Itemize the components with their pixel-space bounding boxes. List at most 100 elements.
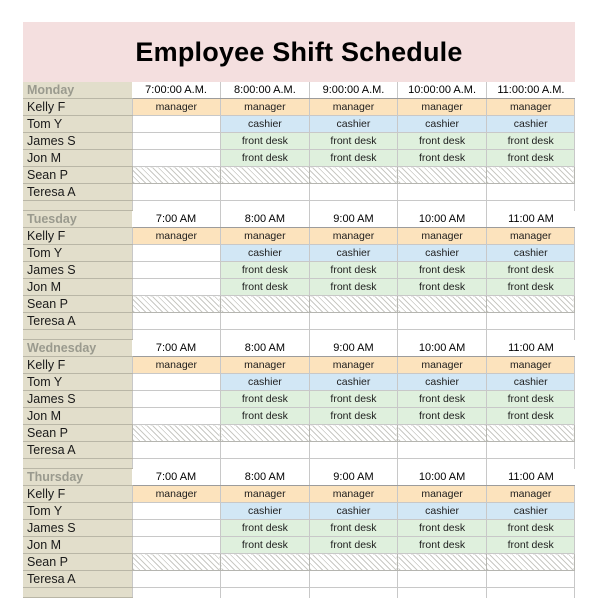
shift-cell[interactable]: cashier <box>397 502 487 520</box>
shift-cell[interactable]: cashier <box>485 502 576 520</box>
shift-cell[interactable]: front desk <box>485 390 576 408</box>
shift-cell[interactable] <box>397 570 487 588</box>
shift-cell[interactable] <box>131 166 222 184</box>
shift-cell[interactable]: front desk <box>220 149 310 167</box>
shift-cell[interactable]: cashier <box>397 115 487 133</box>
shift-cell[interactable] <box>485 312 576 330</box>
shift-cell[interactable] <box>485 295 576 313</box>
shift-cell[interactable]: front desk <box>308 407 399 425</box>
shift-cell[interactable] <box>131 553 222 571</box>
shift-cell[interactable]: manager <box>308 356 399 374</box>
shift-cell[interactable]: front desk <box>485 407 576 425</box>
shift-cell[interactable]: cashier <box>397 244 487 262</box>
shift-cell[interactable] <box>397 441 487 459</box>
shift-cell[interactable]: cashier <box>308 244 399 262</box>
shift-cell[interactable] <box>131 373 222 391</box>
shift-cell[interactable]: front desk <box>220 519 310 537</box>
shift-cell[interactable] <box>308 570 399 588</box>
shift-cell[interactable] <box>220 570 310 588</box>
shift-cell[interactable] <box>485 166 576 184</box>
shift-cell[interactable]: manager <box>397 485 487 503</box>
shift-cell[interactable] <box>131 570 222 588</box>
shift-cell[interactable] <box>131 390 222 408</box>
shift-cell[interactable] <box>220 295 310 313</box>
shift-cell[interactable] <box>308 424 399 442</box>
shift-cell[interactable]: front desk <box>397 132 487 150</box>
shift-cell[interactable]: front desk <box>397 536 487 554</box>
shift-cell[interactable]: cashier <box>220 373 310 391</box>
shift-cell[interactable]: front desk <box>220 390 310 408</box>
shift-cell[interactable] <box>485 424 576 442</box>
shift-cell[interactable] <box>308 441 399 459</box>
shift-cell[interactable]: front desk <box>308 519 399 537</box>
shift-cell[interactable] <box>220 424 310 442</box>
shift-cell[interactable] <box>131 519 222 537</box>
shift-cell[interactable]: manager <box>131 485 222 503</box>
shift-cell[interactable]: front desk <box>485 278 576 296</box>
shift-cell[interactable]: manager <box>220 485 310 503</box>
shift-cell[interactable]: front desk <box>485 536 576 554</box>
shift-cell[interactable] <box>131 407 222 425</box>
shift-cell[interactable] <box>131 244 222 262</box>
shift-cell[interactable]: front desk <box>397 149 487 167</box>
shift-cell[interactable] <box>220 441 310 459</box>
shift-cell[interactable] <box>308 295 399 313</box>
shift-cell[interactable] <box>131 115 222 133</box>
shift-cell[interactable] <box>485 183 576 201</box>
shift-cell[interactable]: cashier <box>485 244 576 262</box>
shift-cell[interactable]: front desk <box>220 407 310 425</box>
shift-cell[interactable]: cashier <box>485 373 576 391</box>
shift-cell[interactable] <box>131 278 222 296</box>
shift-cell[interactable]: front desk <box>485 132 576 150</box>
shift-cell[interactable] <box>308 553 399 571</box>
shift-cell[interactable]: front desk <box>397 519 487 537</box>
shift-cell[interactable]: cashier <box>308 115 399 133</box>
shift-cell[interactable] <box>220 166 310 184</box>
shift-cell[interactable]: cashier <box>308 373 399 391</box>
shift-cell[interactable] <box>485 570 576 588</box>
shift-cell[interactable]: front desk <box>220 261 310 279</box>
shift-cell[interactable]: cashier <box>220 115 310 133</box>
shift-cell[interactable] <box>220 183 310 201</box>
shift-cell[interactable] <box>397 553 487 571</box>
shift-cell[interactable] <box>131 132 222 150</box>
shift-cell[interactable]: front desk <box>308 132 399 150</box>
shift-cell[interactable] <box>131 261 222 279</box>
shift-cell[interactable]: front desk <box>220 132 310 150</box>
shift-cell[interactable]: manager <box>308 485 399 503</box>
shift-cell[interactable]: front desk <box>485 519 576 537</box>
shift-cell[interactable]: manager <box>308 98 399 116</box>
shift-cell[interactable]: front desk <box>485 261 576 279</box>
shift-cell[interactable]: manager <box>131 356 222 374</box>
shift-cell[interactable]: manager <box>220 227 310 245</box>
shift-cell[interactable] <box>397 295 487 313</box>
shift-cell[interactable] <box>131 312 222 330</box>
shift-cell[interactable]: manager <box>220 98 310 116</box>
shift-cell[interactable]: cashier <box>485 115 576 133</box>
shift-cell[interactable]: front desk <box>308 278 399 296</box>
shift-cell[interactable] <box>131 441 222 459</box>
shift-cell[interactable] <box>397 183 487 201</box>
shift-cell[interactable] <box>131 149 222 167</box>
shift-cell[interactable]: front desk <box>397 261 487 279</box>
shift-cell[interactable] <box>220 312 310 330</box>
shift-cell[interactable] <box>485 441 576 459</box>
shift-cell[interactable]: front desk <box>397 278 487 296</box>
shift-cell[interactable]: manager <box>397 356 487 374</box>
shift-cell[interactable]: manager <box>220 356 310 374</box>
shift-cell[interactable]: front desk <box>220 278 310 296</box>
shift-cell[interactable]: front desk <box>397 390 487 408</box>
shift-cell[interactable] <box>131 536 222 554</box>
shift-cell[interactable] <box>308 312 399 330</box>
shift-cell[interactable]: manager <box>308 227 399 245</box>
shift-cell[interactable] <box>485 553 576 571</box>
shift-cell[interactable]: cashier <box>397 373 487 391</box>
shift-cell[interactable]: manager <box>485 485 576 503</box>
shift-cell[interactable]: manager <box>131 98 222 116</box>
shift-cell[interactable] <box>131 295 222 313</box>
shift-cell[interactable] <box>397 424 487 442</box>
shift-cell[interactable]: manager <box>397 98 487 116</box>
shift-cell[interactable] <box>131 424 222 442</box>
shift-cell[interactable] <box>308 166 399 184</box>
shift-cell[interactable] <box>308 183 399 201</box>
